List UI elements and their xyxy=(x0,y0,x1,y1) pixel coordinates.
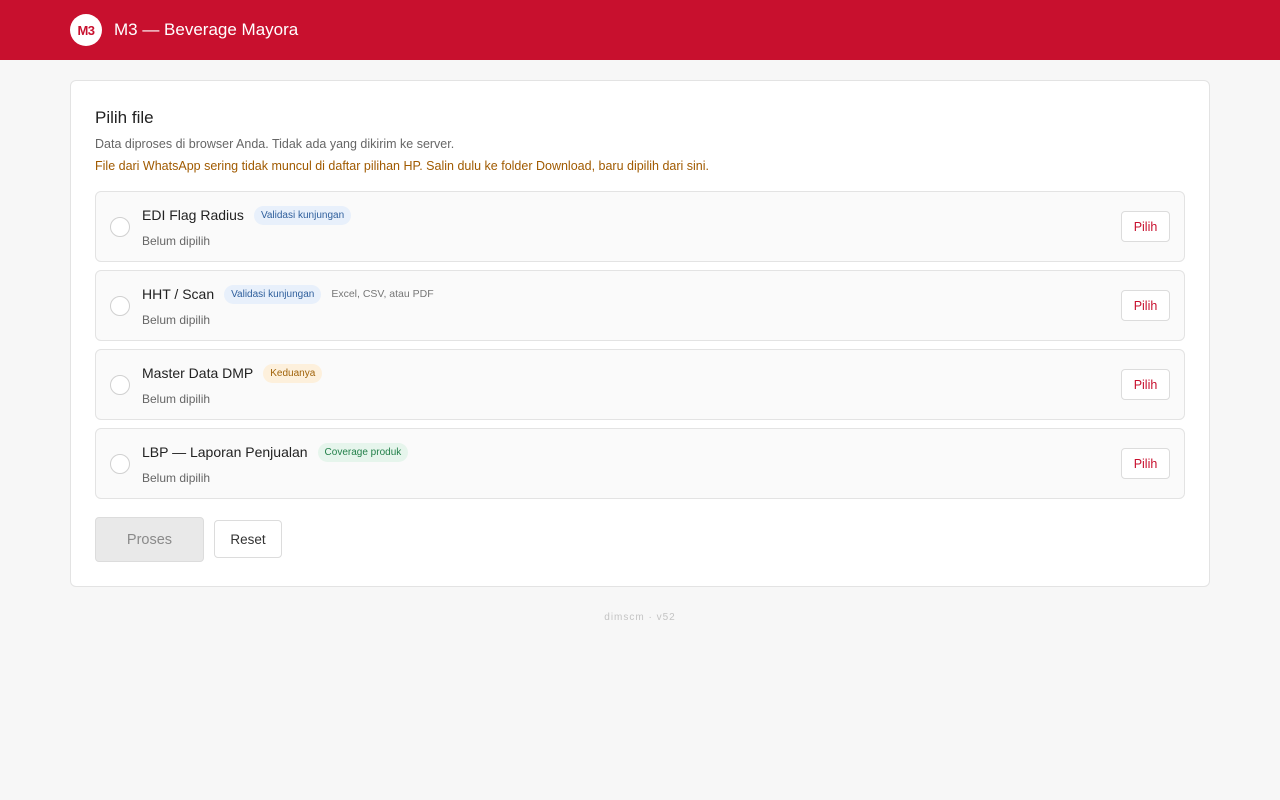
radio-indicator[interactable] xyxy=(110,375,130,395)
file-tag: Coverage produk xyxy=(317,442,409,462)
file-row-lbp-laporan-penjualan[interactable]: LBP — Laporan Penjualan Coverage produk … xyxy=(95,428,1185,499)
file-head: Master Data DMP Keduanya xyxy=(142,363,323,383)
radio-indicator[interactable] xyxy=(110,454,130,474)
card-subtitle: Data diproses di browser Anda. Tidak ada… xyxy=(95,137,455,151)
file-name: Master Data DMP xyxy=(142,365,254,381)
process-button[interactable]: Proses xyxy=(95,517,204,562)
pick-file-button[interactable]: Pilih xyxy=(1121,369,1170,400)
radio-indicator[interactable] xyxy=(110,217,130,237)
file-picker-card: Pilih file Data diproses di browser Anda… xyxy=(70,80,1210,587)
file-name: EDI Flag Radius xyxy=(142,207,244,223)
whatsapp-warning: File dari WhatsApp sering tidak muncul d… xyxy=(95,159,709,173)
radio-indicator[interactable] xyxy=(110,296,130,316)
file-tag: Keduanya xyxy=(263,363,323,383)
file-name: HHT / Scan xyxy=(142,286,215,302)
file-list: EDI Flag Radius Validasi kunjungan Belum… xyxy=(95,191,1185,507)
app-logo: M3 xyxy=(70,14,102,46)
file-status: Belum dipilih xyxy=(142,471,211,485)
card-title: Pilih file xyxy=(95,108,154,127)
reset-button[interactable]: Reset xyxy=(214,520,282,558)
file-head: HHT / Scan Validasi kunjungan Excel, CSV… xyxy=(142,284,434,304)
app-title: M3 — Beverage Mayora xyxy=(114,20,299,39)
file-tag: Validasi kunjungan xyxy=(253,205,352,225)
file-status: Belum dipilih xyxy=(142,313,211,327)
file-tag: Validasi kunjungan xyxy=(224,284,322,304)
file-head: LBP — Laporan Penjualan Coverage produk xyxy=(142,442,409,462)
file-status: Belum dipilih xyxy=(142,234,211,248)
file-format-hint: Excel, CSV, atau PDF xyxy=(331,288,434,300)
file-row-hht-scan[interactable]: HHT / Scan Validasi kunjungan Excel, CSV… xyxy=(95,270,1185,341)
file-status: Belum dipilih xyxy=(142,392,211,406)
top-bar: M3 M3 — Beverage Mayora xyxy=(0,0,1280,60)
pick-file-button[interactable]: Pilih xyxy=(1121,448,1170,479)
file-row-edi-flag-radius[interactable]: EDI Flag Radius Validasi kunjungan Belum… xyxy=(95,191,1185,262)
file-row-master-data-dmp[interactable]: Master Data DMP Keduanya Belum dipilih P… xyxy=(95,349,1185,420)
pick-file-button[interactable]: Pilih xyxy=(1121,290,1170,321)
file-name: LBP — Laporan Penjualan xyxy=(142,444,308,460)
file-head: EDI Flag Radius Validasi kunjungan xyxy=(142,205,352,225)
version-footer: dimscm · v52 xyxy=(604,612,676,623)
pick-file-button[interactable]: Pilih xyxy=(1121,211,1170,242)
